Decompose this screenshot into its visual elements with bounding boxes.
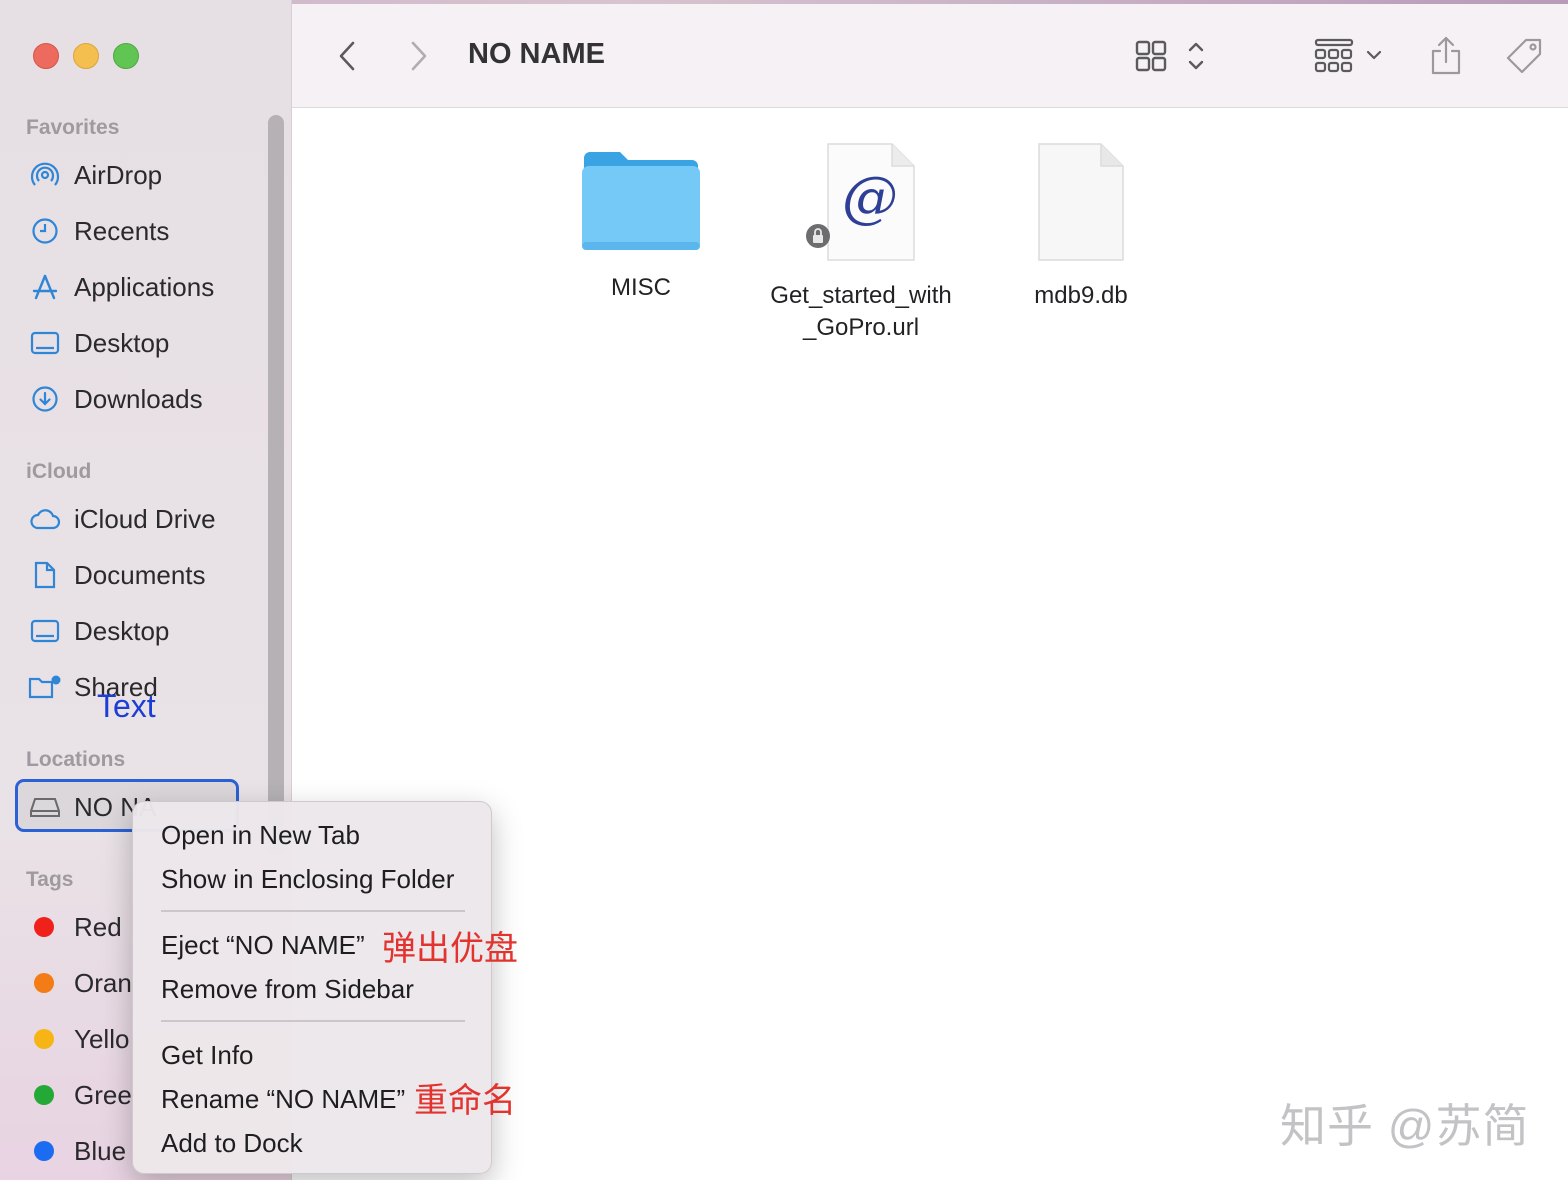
window-controls bbox=[33, 43, 139, 69]
group-by-button[interactable] bbox=[1312, 36, 1392, 76]
sidebar-item-desktop[interactable]: Desktop bbox=[28, 323, 169, 363]
annotation-rename: 重命名 bbox=[414, 1082, 516, 1120]
window-title: NO NAME bbox=[468, 38, 605, 70]
toolbar: NO NAME bbox=[292, 4, 1568, 108]
group-grid-icon bbox=[1314, 38, 1382, 73]
sidebar-item-documents[interactable]: Documents bbox=[28, 555, 206, 595]
file-name: mdb9.db bbox=[1034, 282, 1128, 309]
sidebar-item-label: Documents bbox=[74, 559, 206, 590]
shared-folder-icon bbox=[28, 670, 62, 704]
annotation-eject: 弹出优盘 bbox=[382, 930, 518, 968]
sidebar-item-label: Gree bbox=[74, 1079, 132, 1110]
sidebar-item-label: AirDrop bbox=[74, 159, 163, 190]
menu-separator bbox=[161, 910, 465, 912]
locations-label: Locations bbox=[26, 748, 126, 771]
url-file-icon: @ bbox=[806, 143, 915, 261]
forward-button[interactable] bbox=[404, 36, 434, 76]
sidebar-item-icloud-drive[interactable]: iCloud Drive bbox=[28, 499, 216, 539]
svg-text:@: @ bbox=[842, 165, 898, 230]
file-item-gopro-url[interactable]: @ Get_started_with _GoPro.url bbox=[751, 140, 971, 344]
sidebar-item-label: Recents bbox=[74, 215, 170, 246]
cloud-icon bbox=[28, 502, 62, 536]
share-button[interactable] bbox=[1426, 32, 1466, 80]
share-icon bbox=[1431, 36, 1461, 75]
airdrop-icon bbox=[28, 158, 62, 192]
desktop-icon bbox=[28, 326, 62, 360]
sidebar-item-label: Applications bbox=[74, 271, 215, 302]
menu-item-show-in-enclosing-folder[interactable]: Show in Enclosing Folder bbox=[161, 864, 454, 895]
view-mode-button[interactable] bbox=[1132, 36, 1212, 76]
sidebar-item-label: Oran bbox=[74, 967, 132, 998]
tags-label: Tags bbox=[26, 868, 74, 891]
tag-color-dot bbox=[34, 1141, 54, 1161]
tags-button[interactable] bbox=[1502, 34, 1546, 78]
menu-separator bbox=[161, 1020, 465, 1022]
tag-icon bbox=[1506, 38, 1542, 74]
sidebar-item-recents[interactable]: Recents bbox=[28, 211, 169, 251]
applications-icon bbox=[28, 270, 62, 304]
sidebar-item-applications[interactable]: Applications bbox=[28, 267, 214, 307]
sidebar-item-downloads[interactable]: Downloads bbox=[28, 379, 203, 419]
chevron-right-icon bbox=[411, 41, 427, 71]
sidebar-tag-green[interactable]: Gree bbox=[28, 1075, 132, 1115]
menu-item-add-to-dock[interactable]: Add to Dock bbox=[161, 1128, 303, 1159]
clock-icon bbox=[28, 214, 62, 248]
sidebar-item-label: Yello bbox=[74, 1023, 130, 1054]
file-name-line2: _GoPro.url bbox=[802, 314, 920, 341]
menu-item-rename[interactable]: Rename “NO NAME” bbox=[161, 1084, 405, 1115]
file-item-misc[interactable]: MISC bbox=[531, 140, 751, 304]
back-button[interactable] bbox=[332, 36, 362, 76]
sidebar-tag-red[interactable]: Red bbox=[28, 907, 122, 947]
tag-color-dot bbox=[34, 1029, 54, 1049]
folder-icon bbox=[582, 152, 700, 250]
sidebar-tag-orange[interactable]: Oran bbox=[28, 963, 132, 1003]
sidebar-item-label: Red bbox=[74, 911, 122, 942]
sidebar-item-label: Desktop bbox=[74, 615, 170, 646]
sidebar-item-label: Desktop bbox=[74, 327, 170, 358]
file-name-line1: Get_started_with bbox=[770, 282, 952, 309]
chevron-left-icon bbox=[339, 41, 355, 71]
sidebar-scrollbar[interactable] bbox=[268, 115, 284, 855]
icon-grid-icon bbox=[1135, 40, 1204, 72]
tag-color-dot bbox=[34, 1085, 54, 1105]
sidebar-item-desktop-icloud[interactable]: Desktop bbox=[28, 611, 169, 651]
zoom-button[interactable] bbox=[113, 43, 139, 69]
desktop-icon bbox=[28, 614, 62, 648]
menu-item-remove-from-sidebar[interactable]: Remove from Sidebar bbox=[161, 974, 414, 1005]
document-icon bbox=[28, 558, 62, 592]
tag-color-dot bbox=[34, 917, 54, 937]
drive-icon bbox=[28, 790, 62, 824]
close-button[interactable] bbox=[33, 43, 59, 69]
tag-color-dot bbox=[34, 973, 54, 993]
menu-item-get-info[interactable]: Get Info bbox=[161, 1040, 254, 1071]
menu-item-open-in-new-tab[interactable]: Open in New Tab bbox=[161, 820, 360, 851]
download-icon bbox=[28, 382, 62, 416]
favorites-label: Favorites bbox=[26, 116, 120, 139]
file-name: MISC bbox=[611, 274, 671, 301]
menu-item-eject[interactable]: Eject “NO NAME” bbox=[161, 930, 365, 961]
sidebar-tag-blue[interactable]: Blue bbox=[28, 1131, 126, 1171]
text-annotation-overlay: Text bbox=[97, 688, 156, 724]
sidebar-item-label: Blue bbox=[74, 1135, 127, 1166]
blank-file-icon bbox=[1038, 143, 1124, 261]
sidebar-item-label: iCloud Drive bbox=[74, 503, 216, 534]
icloud-label: iCloud bbox=[26, 460, 92, 483]
sidebar-item-label: Downloads bbox=[74, 383, 203, 414]
minimize-button[interactable] bbox=[73, 43, 99, 69]
watermark: 知乎 @苏简 bbox=[1280, 1100, 1530, 1152]
sidebar-item-airdrop[interactable]: AirDrop bbox=[28, 155, 162, 195]
file-item-mdb9[interactable]: mdb9.db bbox=[971, 140, 1191, 312]
sidebar-tag-yellow[interactable]: Yello bbox=[28, 1019, 129, 1059]
